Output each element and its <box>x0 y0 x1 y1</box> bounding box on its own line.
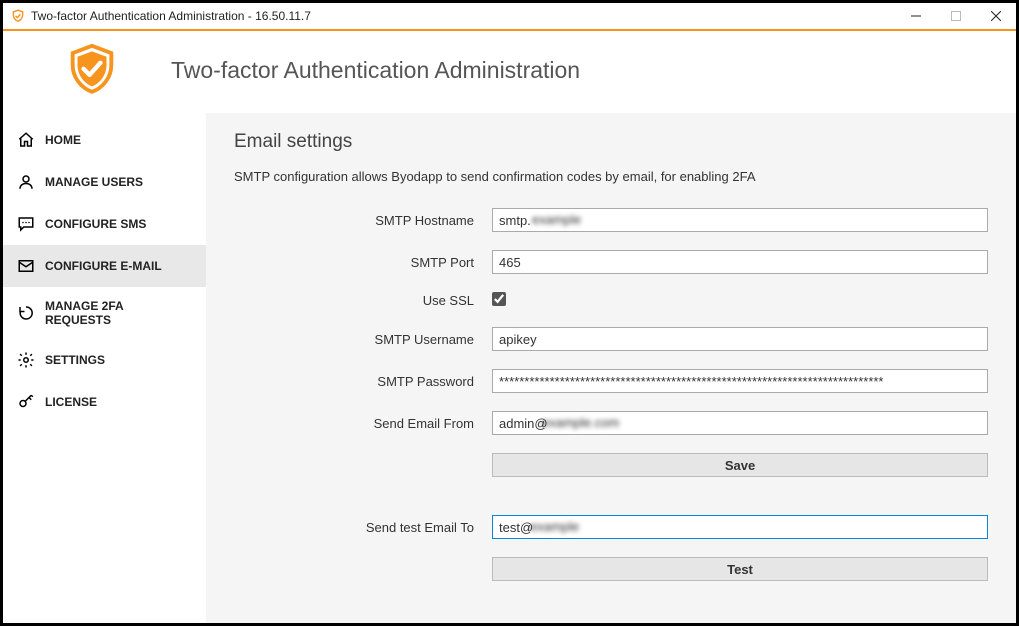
row-save-button: Save <box>234 453 988 477</box>
sidebar-item-configure-email[interactable]: CONFIGURE E-MAIL <box>3 245 206 287</box>
row-smtp-hostname: SMTP Hostname example <box>234 208 988 232</box>
sidebar-item-label: SETTINGS <box>45 353 105 367</box>
window-title: Two-factor Authentication Administration… <box>31 9 896 23</box>
sidebar-item-label: MANAGE 2FA REQUESTS <box>45 299 192 327</box>
row-use-ssl: Use SSL <box>234 292 988 309</box>
titlebar: Two-factor Authentication Administration… <box>3 3 1016 31</box>
use-ssl-checkbox[interactable] <box>492 292 506 306</box>
test-to-hidden-text: example <box>530 519 579 534</box>
close-button[interactable] <box>976 3 1016 30</box>
sidebar-item-settings[interactable]: SETTINGS <box>3 339 206 381</box>
home-icon <box>17 131 35 149</box>
sidebar-item-manage-2fa-requests[interactable]: MANAGE 2FA REQUESTS <box>3 287 206 339</box>
sidebar-item-label: CONFIGURE E-MAIL <box>45 259 162 273</box>
page-title: Email settings <box>234 131 988 153</box>
label-smtp-port: SMTP Port <box>234 255 492 270</box>
logo-shield-icon <box>63 41 121 99</box>
mail-icon <box>17 257 35 275</box>
sidebar: HOME MANAGE USERS CONFIGURE SMS CONFIGUR… <box>3 113 206 623</box>
body: HOME MANAGE USERS CONFIGURE SMS CONFIGUR… <box>3 113 1016 623</box>
sidebar-item-home[interactable]: HOME <box>3 119 206 161</box>
label-test-to: Send test Email To <box>234 520 492 535</box>
sidebar-item-label: MANAGE USERS <box>45 175 143 189</box>
sidebar-item-label: CONFIGURE SMS <box>45 217 146 231</box>
from-hidden-text: example.com <box>542 415 619 430</box>
sidebar-item-label: LICENSE <box>45 395 97 409</box>
row-smtp-port: SMTP Port <box>234 250 988 274</box>
app-window: Two-factor Authentication Administration… <box>3 3 1016 623</box>
minimize-button[interactable] <box>896 3 936 30</box>
page-subtitle: SMTP configuration allows Byodapp to sen… <box>234 169 988 184</box>
save-button[interactable]: Save <box>492 453 988 477</box>
sidebar-item-license[interactable]: LICENSE <box>3 381 206 423</box>
hostname-hidden-text: example <box>532 212 581 227</box>
label-smtp-password: SMTP Password <box>234 374 492 389</box>
content-pane: Email settings SMTP configuration allows… <box>206 113 1016 623</box>
app-shield-icon <box>11 9 25 23</box>
smtp-password-input[interactable] <box>492 369 988 393</box>
label-smtp-username: SMTP Username <box>234 332 492 347</box>
header-banner: Two-factor Authentication Administration <box>3 31 1016 113</box>
key-icon <box>17 393 35 411</box>
label-use-ssl: Use SSL <box>234 293 492 308</box>
smtp-port-input[interactable] <box>492 250 988 274</box>
row-test-to: Send test Email To example <box>234 515 988 539</box>
person-icon <box>17 173 35 191</box>
sidebar-item-manage-users[interactable]: MANAGE USERS <box>3 161 206 203</box>
label-smtp-hostname: SMTP Hostname <box>234 213 492 228</box>
label-send-from: Send Email From <box>234 416 492 431</box>
row-smtp-username: SMTP Username <box>234 327 988 351</box>
row-send-from: Send Email From example.com <box>234 411 988 435</box>
smtp-username-input[interactable] <box>492 327 988 351</box>
gear-icon <box>17 351 35 369</box>
test-button[interactable]: Test <box>492 557 988 581</box>
sidebar-item-configure-sms[interactable]: CONFIGURE SMS <box>3 203 206 245</box>
message-icon <box>17 215 35 233</box>
maximize-button[interactable] <box>936 3 976 30</box>
row-test-button: Test <box>234 557 988 581</box>
history-icon <box>17 304 35 322</box>
header-title: Two-factor Authentication Administration <box>171 57 580 84</box>
sidebar-item-label: HOME <box>45 133 81 147</box>
row-smtp-password: SMTP Password <box>234 369 988 393</box>
